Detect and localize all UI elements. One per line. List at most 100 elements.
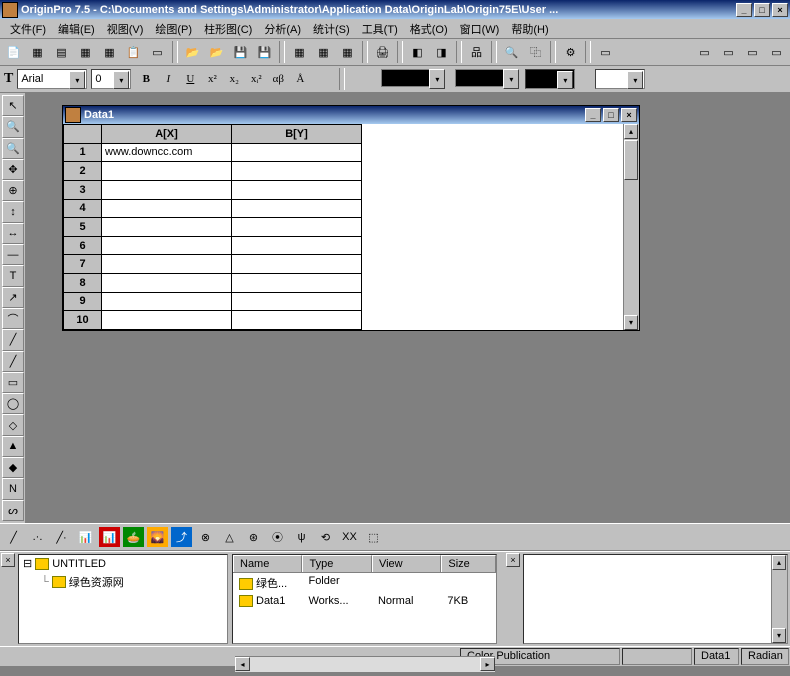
cell[interactable] (232, 255, 362, 274)
cell[interactable] (102, 162, 232, 181)
left-tool-19[interactable]: ᔕ (2, 500, 24, 521)
left-tool-18[interactable]: N (2, 478, 24, 499)
left-tool-10[interactable]: ⌒ (2, 308, 24, 329)
left-tool-12[interactable]: ╱ (2, 351, 24, 372)
menu-柱形图(C)[interactable]: 柱形图(C) (198, 19, 258, 39)
sheet-min-button[interactable]: _ (585, 108, 601, 122)
row-header[interactable]: 7 (64, 255, 102, 274)
expand-icon[interactable]: ⊟ (23, 557, 32, 570)
savetemplate-button[interactable]: 💾 (253, 41, 276, 63)
open-button[interactable]: 📂 (181, 41, 204, 63)
cell[interactable] (102, 199, 232, 218)
excel-button[interactable]: ▤ (50, 41, 73, 63)
cell[interactable] (232, 292, 362, 311)
cell[interactable] (102, 292, 232, 311)
tool3-button[interactable]: 品 (465, 41, 488, 63)
left-tool-8[interactable]: T (2, 265, 24, 286)
print-button[interactable]: 🖨 (371, 41, 394, 63)
left-tool-14[interactable]: ◯ (2, 393, 24, 414)
left-tool-5[interactable]: ↕ (2, 201, 24, 222)
graph-btn-9[interactable]: △ (218, 526, 241, 548)
worksheet-button[interactable]: ▦ (26, 41, 49, 63)
line-style[interactable] (525, 69, 575, 89)
graph-btn-6[interactable]: 🌄 (146, 526, 169, 548)
style-btn-3[interactable]: x² (201, 69, 223, 89)
style-btn-5[interactable]: xᵢ² (245, 69, 267, 89)
graph-btn-12[interactable]: ψ (290, 526, 313, 548)
list-col-Name[interactable]: Name (233, 555, 302, 572)
opentemplate-button[interactable]: 📂 (205, 41, 228, 63)
import3-button[interactable]: ▦ (336, 41, 359, 63)
cell[interactable] (102, 255, 232, 274)
cell[interactable] (102, 311, 232, 330)
left-tool-16[interactable]: ▲ (2, 436, 24, 457)
tree-close-button[interactable]: × (1, 553, 15, 567)
tool1-button[interactable]: ◧ (406, 41, 429, 63)
graph-btn-3[interactable]: 📊 (74, 526, 97, 548)
tool4-button[interactable]: ⚙ (559, 41, 582, 63)
left-tool-2[interactable]: 🔍 (2, 138, 24, 159)
left-tool-11[interactable]: ╱ (2, 329, 24, 350)
sheet-close-button[interactable]: × (621, 108, 637, 122)
fill-color[interactable] (381, 69, 431, 87)
menu-分析(A)[interactable]: 分析(A) (258, 19, 307, 39)
menu-绘图(P)[interactable]: 绘图(P) (149, 19, 198, 39)
preview-close-button[interactable]: × (506, 553, 520, 567)
left-tool-4[interactable]: ⊕ (2, 180, 24, 201)
menu-统计(S)[interactable]: 统计(S) (307, 19, 356, 39)
cell[interactable] (232, 236, 362, 255)
cell[interactable] (232, 218, 362, 237)
list-col-Type[interactable]: Type (302, 555, 371, 572)
graph-btn-2[interactable]: ╱· (50, 526, 73, 548)
menu-帮助(H)[interactable]: 帮助(H) (505, 19, 554, 39)
sheet-vscroll[interactable]: ▴ ▾ (623, 124, 639, 330)
scroll-up-icon[interactable]: ▴ (624, 124, 638, 139)
data-grid[interactable]: A[X]B[Y]1www.downcc.com2345678910 (63, 124, 362, 330)
cell[interactable] (102, 218, 232, 237)
graph-btn-13[interactable]: ⟲ (314, 526, 337, 548)
style-btn-0[interactable]: B (135, 69, 157, 89)
menu-格式(O)[interactable]: 格式(O) (404, 19, 454, 39)
style-btn-4[interactable]: x₂ (223, 69, 245, 89)
folder-tree[interactable]: ⊟UNTITLED └绿色资源网 (18, 554, 228, 644)
close-button[interactable]: × (772, 3, 788, 17)
cell[interactable] (232, 180, 362, 199)
font-combo[interactable]: Arial (17, 69, 87, 89)
menu-窗口(W)[interactable]: 窗口(W) (454, 19, 506, 39)
preview-vscroll[interactable]: ▴▾ (771, 555, 787, 643)
tool5-button[interactable]: ▭ (594, 41, 617, 63)
graph-btn-14[interactable]: XX (338, 526, 361, 548)
notes-button[interactable]: 📋 (122, 41, 145, 63)
save-button[interactable]: 💾 (229, 41, 252, 63)
tool2-button[interactable]: ◨ (430, 41, 453, 63)
graph-btn-0[interactable]: ╱ (2, 526, 25, 548)
list-row[interactable]: 绿色...Folder (233, 573, 496, 593)
scroll-down-icon[interactable]: ▾ (624, 315, 638, 330)
menu-编辑(E)[interactable]: 编辑(E) (52, 19, 101, 39)
cell[interactable] (102, 180, 232, 199)
cell[interactable] (232, 143, 362, 162)
graph-btn-4[interactable]: 📊 (98, 526, 121, 548)
graph-btn-15[interactable]: ⬚ (362, 526, 385, 548)
cell[interactable] (232, 162, 362, 181)
left-tool-15[interactable]: ◇ (2, 414, 24, 435)
style-btn-6[interactable]: αβ (267, 69, 289, 89)
list-row[interactable]: Data1Works...Normal7KB (233, 593, 496, 609)
row-header[interactable]: 8 (64, 274, 102, 293)
row-header[interactable]: 9 (64, 292, 102, 311)
new-button[interactable]: 📄 (2, 41, 25, 63)
col-header[interactable]: B[Y] (232, 125, 362, 144)
line-width[interactable] (595, 69, 645, 89)
import2-button[interactable]: ▦ (312, 41, 335, 63)
graph-btn-1[interactable]: .·. (26, 526, 49, 548)
graph-btn-10[interactable]: ⊛ (242, 526, 265, 548)
import-button[interactable]: ▦ (288, 41, 311, 63)
layout-button[interactable]: ▭ (146, 41, 169, 63)
row-header[interactable]: 4 (64, 199, 102, 218)
sheet-max-button[interactable]: □ (603, 108, 619, 122)
cell[interactable]: www.downcc.com (102, 143, 232, 162)
left-tool-6[interactable]: ↔ (2, 223, 24, 244)
graph-btn-8[interactable]: ⊗ (194, 526, 217, 548)
left-tool-7[interactable]: — (2, 244, 24, 265)
row-header[interactable]: 1 (64, 143, 102, 162)
